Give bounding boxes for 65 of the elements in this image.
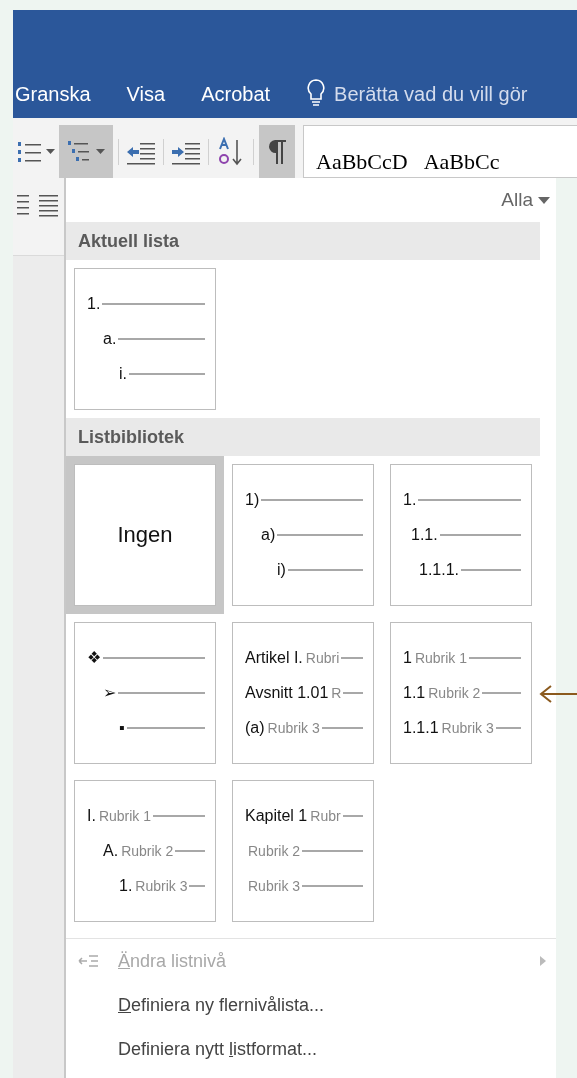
heading-label: Rubrik 1 — [414, 649, 468, 666]
list-marker: 1) — [245, 490, 260, 509]
heading-label: Rubrik 2 — [248, 842, 301, 859]
list-style-tile[interactable]: Kapitel 1 Rubr Rubrik 2 Rubrik 3 — [232, 780, 374, 922]
list-marker: 1 — [403, 648, 412, 667]
list-style-tile[interactable]: ❖ ➢ ▪ — [74, 622, 216, 764]
list-marker: (a) — [245, 718, 265, 737]
list-marker: 1.1. — [411, 525, 438, 544]
list-marker: 1.1.1. — [419, 560, 460, 579]
list-marker: i. — [119, 364, 127, 383]
heading-label: Rubrik 3 — [248, 877, 301, 894]
tell-me-field[interactable]: Berätta vad du vill gör — [334, 83, 528, 106]
list-style-tile[interactable]: 1. a. i. — [74, 268, 216, 410]
list-marker: a) — [261, 525, 276, 544]
justify-icon — [37, 192, 59, 218]
list-style-tile[interactable]: Artikel I. Rubri Avsnitt 1.01 R (a) Rubrik 3 — [232, 622, 374, 764]
list-marker: i) — [277, 560, 286, 579]
caret-icon — [96, 149, 105, 154]
ribbon-tab[interactable]: Granska — [15, 83, 91, 106]
list-style-tile[interactable]: I. Rubrik 1 A. Rubrik 2 1. Rubrik 3 — [74, 780, 216, 922]
list-style-tile[interactable]: 1.1.1. 1.1.1. — [390, 464, 532, 606]
caret-icon — [46, 149, 55, 154]
style-preview[interactable]: AaBbCcD — [316, 147, 408, 177]
heading-label: Rubrik 3 — [441, 719, 494, 736]
menu-item[interactable]: Definiera ny flernivålista... — [118, 994, 325, 1016]
lightbulb-icon — [306, 78, 327, 106]
list-marker: ➢ — [103, 683, 116, 702]
list-marker: Avsnitt 1.01 — [245, 683, 329, 702]
ribbon-tab[interactable]: Acrobat — [201, 83, 271, 106]
pilcrow-button[interactable] — [259, 125, 295, 178]
sort-icon — [217, 136, 245, 167]
list-marker: ▪ — [119, 718, 125, 737]
list-marker: 1. — [403, 490, 417, 509]
menu-item[interactable]: Definiera nytt listformat... — [118, 1038, 318, 1060]
heading-label: Rubrik 2 — [428, 684, 481, 701]
list-marker: A. — [103, 841, 119, 860]
section-header: Listbibliotek — [66, 418, 540, 456]
pilcrow-icon — [267, 137, 287, 166]
heading-label: Rubrik 1 — [98, 807, 152, 824]
list-level-icon — [78, 953, 100, 969]
style-preview[interactable]: AaBbCc — [423, 147, 500, 177]
heading-label: Rubr — [310, 807, 341, 824]
list-style-tile[interactable]: 1 Rubrik 1 1.1 Rubrik 2 1.1.1 Rubrik 3 — [390, 622, 532, 764]
list-marker: a. — [103, 329, 117, 348]
heading-label: Rubri — [305, 649, 340, 666]
list-marker: Kapitel 1 — [245, 806, 308, 825]
annotation-arrow — [539, 683, 577, 705]
ribbon-tab[interactable]: Visa — [126, 83, 166, 106]
heading-label: R — [331, 684, 342, 701]
filter-dropdown[interactable]: Alla — [501, 189, 550, 211]
list-marker: 1.1 — [403, 683, 426, 702]
list-marker: 1. — [87, 294, 101, 313]
heading-label: Rubrik 3 — [267, 719, 320, 736]
list-marker: ❖ — [87, 648, 101, 667]
list-marker: Artikel I. — [245, 648, 303, 667]
heading-label: Rubrik 3 — [135, 877, 188, 894]
list-marker: I. — [87, 806, 96, 825]
caret-icon — [538, 196, 550, 204]
list-style-tile[interactable]: 1) a) i) — [232, 464, 374, 606]
section-header: Aktuell lista — [66, 222, 540, 260]
list-marker: 1.1.1 — [403, 718, 439, 737]
list-style-tile[interactable]: Ingen — [74, 464, 216, 606]
list-marker: 1. — [119, 876, 133, 895]
multilevel-button[interactable] — [59, 125, 113, 178]
heading-label: Rubrik 2 — [121, 842, 174, 859]
